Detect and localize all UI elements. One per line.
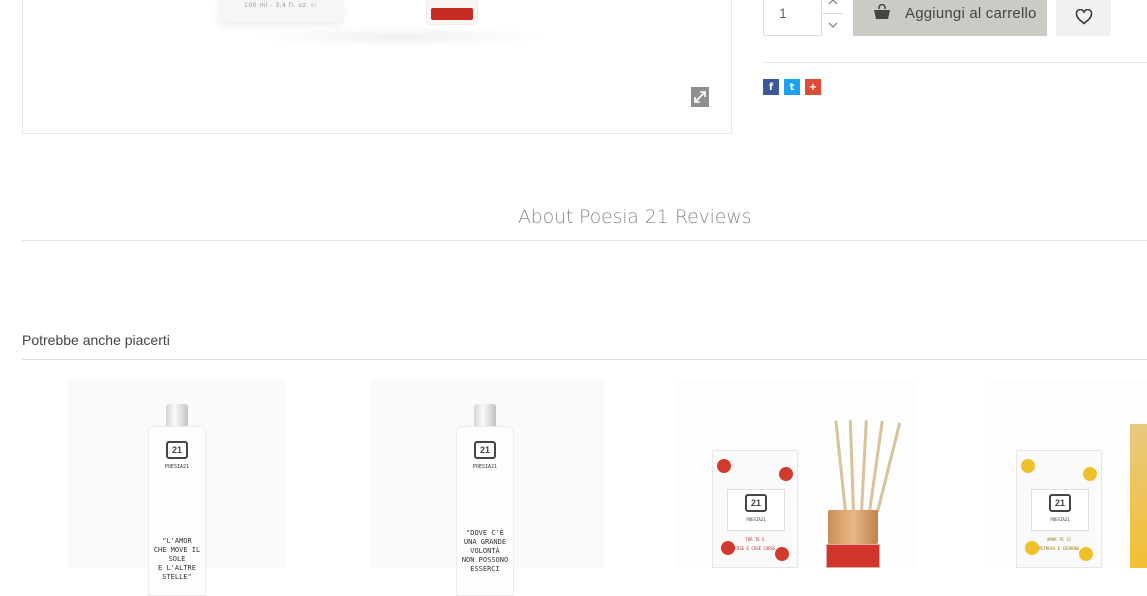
tabs-divider [22, 240, 1147, 241]
quantity-increase-button[interactable] [821, 0, 843, 14]
divider [763, 62, 1147, 63]
label-line: AMOR TE 21 [1046, 537, 1072, 542]
label-line: "DOVE C'È [466, 529, 504, 537]
shopping-bag-icon [873, 3, 891, 25]
wishlist-button[interactable] [1056, 0, 1111, 36]
chevron-down-icon [828, 22, 837, 28]
label-line: ESSERCI [470, 565, 500, 573]
product-reflection [250, 26, 550, 48]
product-image: 21 POESIA21 "L'AMOR CHE MOVE IL SOLE E L… [148, 426, 206, 596]
brand-text: POESIA21 [472, 464, 498, 470]
label-line: COSE E COSE CORSE [734, 546, 776, 551]
label-line: PETROSA E CEDRONA [1038, 546, 1080, 551]
brand-logo: 21 [474, 441, 496, 459]
product-box-image: 100 ml - 3,4 fl. oz. ℮ [218, 0, 344, 22]
label-line: NON POSSONO [461, 556, 509, 564]
product-label: "DOVE C'È UNA GRANDE VOLONTÀ NON POSSONO… [457, 529, 513, 574]
reed-sticks-image [828, 420, 902, 513]
label-line: "L'AMOR [162, 537, 192, 545]
brand-logo: 21 [1049, 494, 1071, 512]
add-to-cart-button[interactable]: Aggiungi al carrello [853, 0, 1047, 36]
product-image-frame [22, 0, 732, 134]
expand-icon[interactable] [691, 87, 709, 107]
product-label: AMOR TE 21 PETROSA E CEDRONA [1017, 535, 1101, 553]
packaging-text: 100 ml - 3,4 fl. oz. ℮ [244, 2, 317, 9]
diffuser-bottle-image [826, 544, 880, 568]
diffuser-cap-image [828, 510, 878, 544]
facebook-icon: f [768, 81, 774, 93]
spray-cap-image [474, 404, 496, 428]
related-products-title: Potrebbe anche piacerti [22, 332, 170, 348]
facebook-share-button[interactable]: f [763, 79, 779, 95]
spray-cap-image [166, 404, 188, 428]
heart-icon [1075, 9, 1092, 25]
label-line: UNA GRANDE VOLONTÀ [463, 538, 507, 555]
product-bottle-image [426, 0, 478, 25]
tab-reviews[interactable]: Reviews [675, 206, 751, 228]
product-image: 21 POESIA21 TRA TE E COSE E COSE CORSE [712, 450, 798, 568]
brand-text: POESIA21 [164, 464, 190, 470]
googleplus-icon: + [808, 81, 818, 93]
quantity-input[interactable] [763, 0, 821, 26]
reed-sticks-image [1130, 424, 1147, 568]
product-image: 21 POESIA21 AMOR TE 21 PETROSA E CEDRONA [1016, 450, 1102, 568]
brand-text: POESIA21 [1050, 517, 1070, 522]
tab-about[interactable]: About Poesia 21 [518, 206, 669, 228]
add-to-cart-label: Aggiungi al carrello [905, 5, 1037, 22]
product-image: 21 POESIA21 "DOVE C'È UNA GRANDE VOLONTÀ… [456, 426, 514, 596]
chevron-up-icon [828, 0, 837, 4]
product-label: "L'AMOR CHE MOVE IL SOLE E L'ALTRE STELL… [149, 537, 205, 582]
brand-text: POESIA21 [746, 517, 766, 522]
product-label: TRA TE E COSE E COSE CORSE [713, 535, 797, 553]
googleplus-share-button[interactable]: + [805, 79, 821, 95]
twitter-icon: t [789, 81, 795, 93]
label-line: CHE MOVE IL SOLE [153, 546, 201, 563]
quantity-decrease-button[interactable] [821, 14, 843, 36]
label-line: E L'ALTRE STELLE" [158, 564, 196, 581]
brand-logo: 21 [166, 441, 188, 459]
related-divider [22, 359, 1147, 360]
twitter-share-button[interactable]: t [784, 79, 800, 95]
label-line: TRA TE E [745, 537, 765, 542]
brand-logo: 21 [745, 494, 767, 512]
